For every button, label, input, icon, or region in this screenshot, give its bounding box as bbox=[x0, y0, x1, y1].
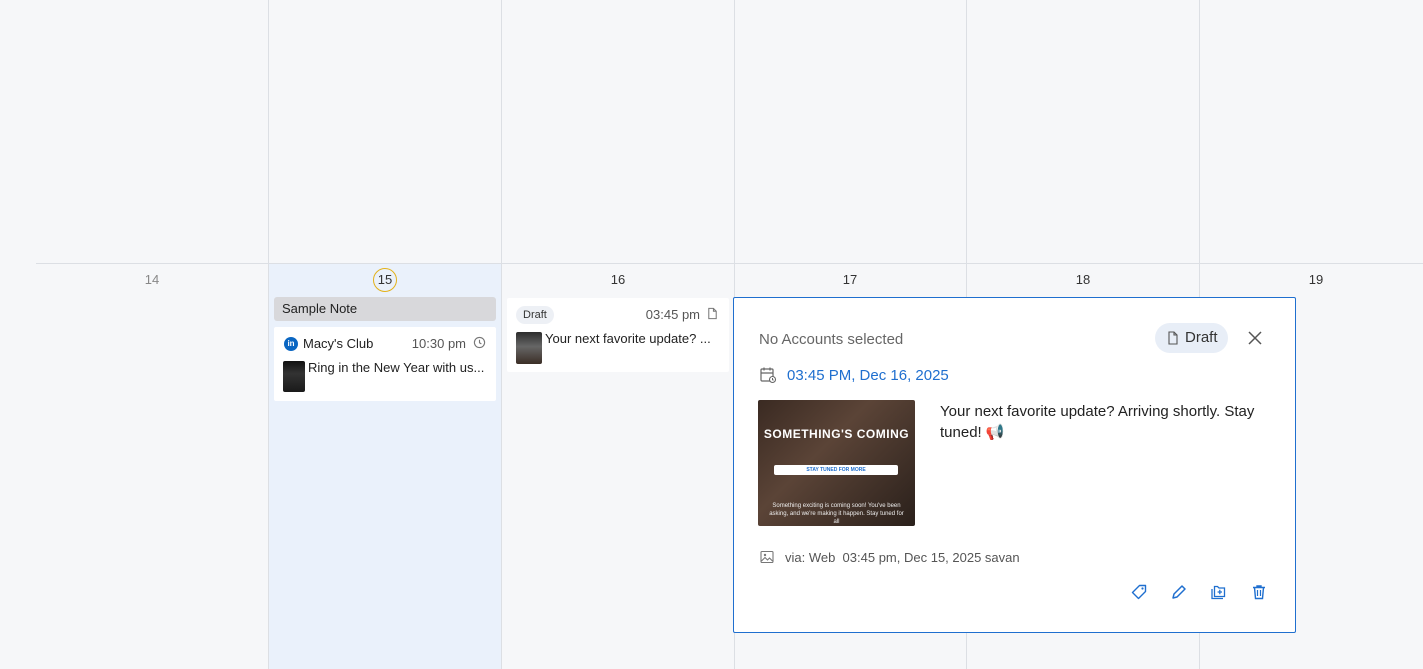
document-icon bbox=[708, 307, 717, 320]
week-divider bbox=[36, 263, 1423, 264]
add-to-folder-icon[interactable] bbox=[1210, 583, 1228, 601]
post-meta: via: Web 03:45 pm, Dec 15, 2025 savan bbox=[759, 549, 1020, 565]
day-number[interactable]: 16 bbox=[598, 272, 638, 287]
post-thumbnail bbox=[283, 361, 305, 392]
calendar-note[interactable]: Sample Note bbox=[274, 297, 496, 321]
post-time: 03:45 pm bbox=[645, 307, 700, 322]
day-number[interactable]: 14 bbox=[132, 272, 172, 287]
column-divider bbox=[268, 0, 269, 669]
image-title: SOMETHING'S COMING bbox=[763, 427, 910, 441]
document-icon bbox=[1168, 331, 1178, 345]
post-meta-text: via: Web 03:45 pm, Dec 15, 2025 savan bbox=[785, 549, 1020, 565]
schedule-row: 03:45 PM, Dec 16, 2025 bbox=[759, 366, 949, 384]
draft-post-card[interactable]: Draft 03:45 pm Your next favorite update… bbox=[507, 298, 729, 372]
image-body-text: Something exciting is coming soon! You'v… bbox=[769, 503, 904, 525]
post-image[interactable]: SOMETHING'S COMING STAY TUNED FOR MORE S… bbox=[758, 400, 915, 526]
popup-actions bbox=[1130, 583, 1268, 601]
post-time: 10:30 pm bbox=[411, 336, 466, 351]
post-text: Ring in the New Year with us... bbox=[308, 360, 485, 375]
tag-icon[interactable] bbox=[1130, 583, 1148, 601]
calendar-clock-icon bbox=[760, 367, 777, 384]
close-icon[interactable] bbox=[1246, 329, 1264, 347]
status-badge: Draft bbox=[1155, 323, 1228, 353]
schedule-datetime-link[interactable]: 03:45 PM, Dec 16, 2025 bbox=[787, 367, 949, 384]
linkedin-icon: in bbox=[284, 337, 298, 351]
clock-icon bbox=[473, 336, 486, 349]
delete-icon[interactable] bbox=[1250, 583, 1268, 601]
column-divider bbox=[501, 0, 502, 669]
post-thumbnail bbox=[516, 332, 542, 364]
edit-icon[interactable] bbox=[1170, 583, 1188, 601]
accounts-label: No Accounts selected bbox=[759, 331, 904, 348]
image-icon bbox=[760, 550, 774, 564]
post-text: Your next favorite update? ... bbox=[545, 331, 711, 346]
status-label: Draft bbox=[1185, 329, 1218, 346]
draft-status-badge: Draft bbox=[516, 306, 554, 324]
post-preview-popup: No Accounts selected Draft 03:45 PM, Dec… bbox=[733, 297, 1296, 633]
day-number[interactable]: 19 bbox=[1296, 272, 1336, 287]
today-column bbox=[269, 264, 501, 669]
post-account: Macy's Club bbox=[303, 336, 374, 351]
image-search-bar: STAY TUNED FOR MORE bbox=[774, 465, 898, 475]
post-body: Your next favorite update? Arriving shor… bbox=[940, 403, 1255, 441]
day-number[interactable]: 18 bbox=[1063, 272, 1103, 287]
day-number[interactable]: 17 bbox=[830, 272, 870, 287]
today-day-number[interactable]: 15 bbox=[373, 268, 397, 292]
scheduled-post-card[interactable]: in Macy's Club 10:30 pm Ring in the New … bbox=[274, 327, 496, 401]
